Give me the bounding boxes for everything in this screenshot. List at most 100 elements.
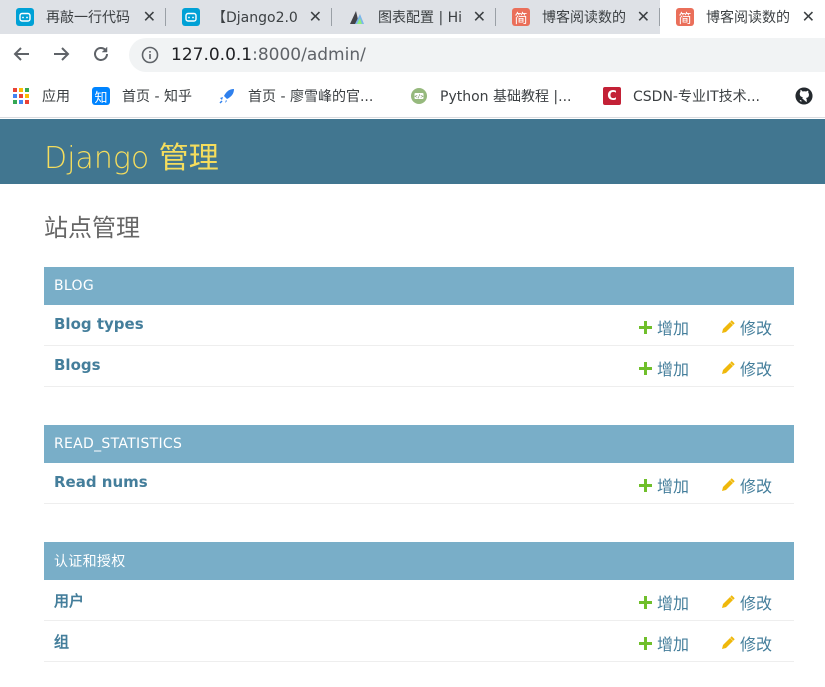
- model-link[interactable]: 用户: [54, 590, 84, 611]
- add-icon: [639, 595, 652, 609]
- model-row: Blogs 增加 修改: [44, 346, 794, 387]
- model-row: 用户 增加 修改: [44, 580, 794, 621]
- close-tab-icon[interactable]: ✕: [143, 8, 156, 26]
- url-path: :8000/admin/: [252, 45, 366, 65]
- add-link[interactable]: 增加: [639, 356, 689, 380]
- add-link[interactable]: 增加: [639, 473, 689, 497]
- bookmark-csdn[interactable]: C CSDN-专业IT技术...: [603, 86, 760, 106]
- bookmark-label: 首页 - 廖雪峰的官...: [248, 89, 374, 105]
- rocket-icon: [218, 87, 236, 105]
- model-row: 组 增加 修改: [44, 621, 794, 662]
- reload-icon: [94, 47, 108, 61]
- add-icon: [639, 361, 652, 375]
- bookmark-label: 首页 - 知乎: [122, 89, 192, 105]
- module-caption[interactable]: 认证和授权: [44, 542, 794, 580]
- model-link[interactable]: Read nums: [54, 473, 148, 491]
- back-button[interactable]: [8, 40, 36, 68]
- model-row: Blog types 增加 修改: [44, 305, 794, 346]
- add-label: 增加: [657, 360, 690, 379]
- app-module-auth: 认证和授权 用户 增加 修改 组 增加 修改: [44, 542, 794, 662]
- add-link[interactable]: 增加: [639, 631, 689, 655]
- add-label: 增加: [657, 477, 690, 496]
- close-tab-icon[interactable]: ✕: [802, 8, 815, 26]
- change-label: 修改: [740, 319, 773, 338]
- add-label: 增加: [657, 319, 690, 338]
- browser-toolbar: 127.0.0.1:8000/admin/: [0, 34, 825, 74]
- highcharts-icon: [348, 8, 366, 26]
- change-label: 修改: [740, 360, 773, 379]
- change-link[interactable]: 修改: [721, 590, 772, 614]
- admin-header: Django 管理: [0, 119, 825, 184]
- pencil-icon: [722, 595, 735, 608]
- zhihu-icon: 知: [92, 87, 110, 106]
- forward-button[interactable]: [47, 40, 75, 68]
- browser-tab[interactable]: 图表配置 | Hi ✕: [332, 0, 496, 34]
- model-link[interactable]: Blogs: [54, 356, 101, 374]
- arrow-right-icon: [54, 47, 70, 61]
- jianshu-icon: 简: [512, 8, 530, 27]
- github-icon: [795, 87, 813, 105]
- change-label: 修改: [740, 594, 773, 613]
- add-label: 增加: [657, 594, 690, 613]
- url-text[interactable]: 127.0.0.1:8000/admin/: [171, 45, 366, 65]
- app-module-blog: BLOG Blog types 增加 修改 Blogs 增加 修改: [44, 267, 794, 387]
- add-link[interactable]: 增加: [639, 315, 689, 339]
- browser-tab[interactable]: 【Django2.0 ✕: [166, 0, 332, 34]
- bookmark-zhihu[interactable]: 知 首页 - 知乎: [92, 86, 192, 106]
- runoob-icon: </>: [410, 87, 428, 105]
- tab-title: 【Django2.0: [212, 10, 298, 26]
- add-link[interactable]: 增加: [639, 590, 689, 614]
- change-link[interactable]: 修改: [721, 473, 772, 497]
- add-icon: [639, 478, 652, 492]
- close-tab-icon[interactable]: ✕: [473, 8, 486, 26]
- address-bar[interactable]: 127.0.0.1:8000/admin/: [129, 38, 825, 72]
- bookmark-liaoxuefeng[interactable]: 首页 - 廖雪峰的官...: [218, 86, 373, 106]
- bilibili-icon: [16, 8, 34, 26]
- change-link[interactable]: 修改: [721, 631, 772, 655]
- module-caption[interactable]: READ_STATISTICS: [44, 425, 794, 463]
- reload-button[interactable]: [87, 40, 115, 68]
- bookmark-label: CSDN-专业IT技术...: [633, 89, 760, 105]
- csdn-icon: C: [603, 87, 621, 105]
- model-link[interactable]: 组: [54, 631, 69, 652]
- bookmark-apps[interactable]: 应用: [12, 86, 70, 106]
- pencil-icon: [722, 361, 735, 374]
- browser-tab[interactable]: 简 博客阅读数的 ✕: [496, 0, 660, 34]
- close-tab-icon[interactable]: ✕: [637, 8, 650, 26]
- bookmark-runoob[interactable]: </> Python 基础教程 |...: [410, 86, 572, 106]
- pencil-icon: [722, 320, 735, 333]
- info-icon[interactable]: [141, 46, 159, 64]
- bookmark-github[interactable]: [795, 86, 813, 106]
- arrow-left-icon: [13, 47, 29, 61]
- bookmark-label: 应用: [42, 89, 70, 105]
- model-link[interactable]: Blog types: [54, 315, 144, 333]
- change-link[interactable]: 修改: [721, 356, 772, 380]
- add-label: 增加: [657, 635, 690, 654]
- url-host: 127.0.0.1: [171, 45, 253, 65]
- svg-text:</>: </>: [414, 94, 423, 100]
- tab-strip: 再敲一行代码 ✕ 【Django2.0 ✕ 图表配置 | Hi ✕ 简 博客阅读…: [0, 0, 825, 34]
- module-caption[interactable]: BLOG: [44, 267, 794, 305]
- browser-tab[interactable]: 再敲一行代码 ✕: [0, 0, 166, 34]
- change-label: 修改: [740, 477, 773, 496]
- model-row: Read nums 增加 修改: [44, 463, 794, 504]
- page-title: 站点管理: [44, 214, 140, 242]
- pencil-icon: [722, 478, 735, 491]
- browser-tab-active[interactable]: 简 博客阅读数的 ✕: [660, 0, 825, 34]
- app-module-read-statistics: READ_STATISTICS Read nums 增加 修改: [44, 425, 794, 504]
- tab-title: 博客阅读数的: [706, 10, 790, 26]
- add-icon: [639, 636, 652, 650]
- site-brand-link[interactable]: Django 管理: [44, 133, 219, 177]
- pencil-icon: [722, 636, 735, 649]
- jianshu-icon: 简: [676, 8, 694, 27]
- bookmark-label: Python 基础教程 |...: [440, 89, 572, 105]
- change-label: 修改: [740, 635, 773, 654]
- bookmarks-bar: 应用 知 首页 - 知乎 首页 - 廖雪峰的官... </> Python 基础…: [0, 74, 825, 118]
- tab-title: 图表配置 | Hi: [378, 10, 463, 26]
- tab-title: 博客阅读数的: [542, 10, 626, 26]
- bilibili-icon: [182, 8, 200, 26]
- change-link[interactable]: 修改: [721, 315, 772, 339]
- close-tab-icon[interactable]: ✕: [309, 8, 322, 26]
- add-icon: [639, 320, 652, 334]
- tab-title: 再敲一行代码: [46, 10, 130, 26]
